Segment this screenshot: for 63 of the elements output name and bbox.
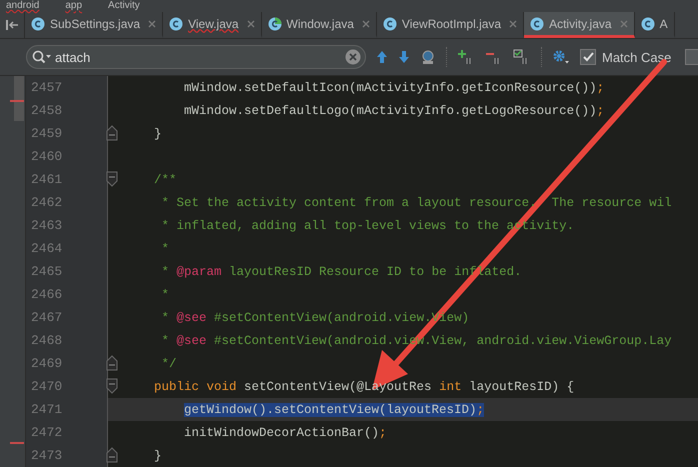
code-line: */ [160, 356, 177, 370]
code-line: * Set the activity content from a layout resource. The resource wil [160, 196, 672, 210]
scroll-marker [14, 76, 24, 121]
line-number: 2467 [30, 310, 64, 325]
editor-tab[interactable]: A [634, 12, 675, 38]
fold-icon[interactable] [106, 378, 118, 394]
line-number: 2462 [30, 195, 64, 210]
breadcrumb-item[interactable]: android [6, 0, 40, 12]
abstract-class-icon [268, 16, 282, 30]
class-icon [530, 16, 544, 30]
line-number: 2464 [30, 241, 64, 256]
fold-icon[interactable] [106, 447, 118, 463]
fold-icon[interactable] [106, 125, 118, 141]
code-line: mWindow.setDefaultLogo(mActivityInfo.getLogoResource()); [183, 104, 604, 118]
class-icon [169, 16, 184, 30]
editor-tab[interactable]: SubSettings.java [25, 12, 164, 38]
code-line: } [153, 448, 162, 462]
settings-icon[interactable] [552, 49, 570, 65]
close-icon[interactable] [362, 20, 370, 28]
line-number: 2461 [30, 172, 64, 187]
code-line: } [153, 126, 162, 140]
fold-icon[interactable] [106, 171, 118, 187]
code-line: mWindow.setDefaultIcon(mActivityInfo.getIconResource()); [183, 80, 604, 94]
code-line: initWindowDecorActionBar(); [183, 426, 387, 440]
line-number: 2457 [30, 80, 64, 95]
next-occurrence-icon[interactable] [398, 50, 410, 64]
checkbox[interactable] [685, 49, 698, 65]
editor-tab[interactable]: Activity.java [524, 12, 635, 38]
line-number: 2468 [30, 333, 64, 348]
editor-tab[interactable]: View.java [163, 12, 262, 38]
code-line: * [160, 242, 170, 256]
clear-search-icon[interactable] [345, 49, 361, 65]
code-line: * [160, 288, 170, 302]
close-icon[interactable] [246, 20, 255, 28]
class-icon [382, 16, 397, 30]
line-number: 2465 [30, 264, 64, 279]
line-number: 2463 [30, 218, 64, 233]
line-number: 2459 [30, 126, 64, 141]
error-stripe [10, 100, 24, 102]
error-stripe [10, 442, 24, 444]
line-number: 2470 [30, 379, 64, 394]
fold-icon[interactable] [106, 355, 118, 371]
breadcrumb-item[interactable]: Activity [108, 0, 140, 12]
find-all-icon[interactable] [420, 49, 436, 65]
search-field[interactable]: attach [26, 45, 366, 69]
line-number: 2460 [30, 149, 64, 164]
code-line: /** [153, 172, 177, 186]
previous-occurrence-icon[interactable] [376, 50, 388, 64]
close-icon[interactable] [509, 20, 518, 28]
search-icon [32, 50, 52, 64]
breadcrumb-item[interactable]: app [65, 0, 82, 12]
line-number: 2473 [30, 448, 64, 463]
line-number: 2471 [30, 402, 64, 417]
line-number: 2472 [30, 425, 64, 440]
match-case-checkbox[interactable] [580, 49, 596, 65]
close-icon[interactable] [148, 20, 156, 28]
line-number: 2466 [30, 287, 64, 302]
code-line: getWindow().setContentView(layoutResID); [183, 402, 484, 416]
editor-tab[interactable]: Window.java [262, 12, 377, 38]
class-icon [31, 16, 45, 30]
class-icon [640, 16, 655, 30]
line-number: 2469 [30, 356, 64, 371]
line-number: 2458 [30, 103, 64, 118]
